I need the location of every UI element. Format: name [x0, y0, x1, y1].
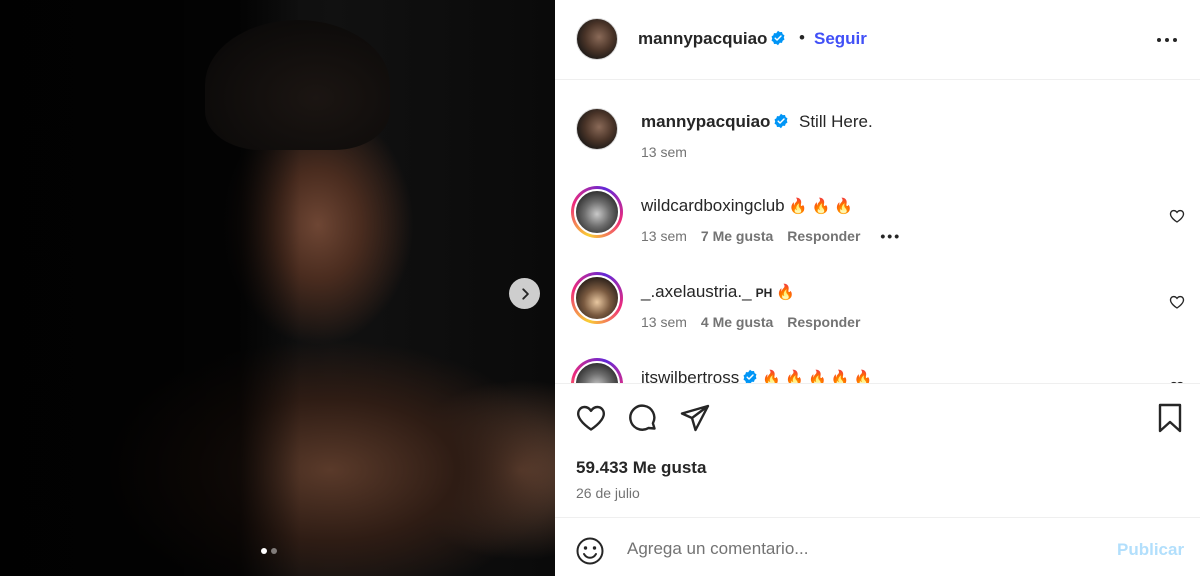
commenter-username[interactable]: wildcardboxingclub 🔥 🔥 🔥 — [641, 196, 853, 216]
commenter-avatar[interactable] — [571, 186, 623, 238]
commenter-username-text[interactable]: wildcardboxingclub — [641, 196, 785, 215]
verified-badge-icon — [743, 369, 757, 383]
carousel-dot-2 — [271, 548, 277, 554]
carousel-dot-1 — [261, 548, 267, 554]
publish-button[interactable]: Publicar — [1117, 540, 1184, 560]
comment-item: wildcardboxingclub 🔥 🔥 🔥 13 sem 7 Me gust… — [555, 186, 1200, 272]
comment-tag: PH — [755, 286, 773, 300]
commenter-avatar[interactable] — [571, 358, 623, 383]
author-avatar[interactable] — [576, 18, 618, 60]
comment-meta: 13 sem 7 Me gusta Responder ••• — [641, 228, 901, 244]
caption-time[interactable]: 13 sem — [641, 144, 687, 160]
verified-badge-icon — [771, 30, 785, 46]
header-separator: • — [799, 28, 805, 47]
author-username[interactable]: mannypacquiao — [638, 29, 786, 49]
comment-time[interactable]: 13 sem — [641, 228, 687, 244]
follow-button[interactable]: Seguir — [814, 29, 867, 49]
caption-avatar[interactable] — [576, 108, 618, 150]
comment-input[interactable] — [627, 534, 1097, 564]
photo-hair — [205, 20, 390, 150]
post-date[interactable]: 26 de julio — [576, 485, 640, 501]
carousel-dots — [261, 548, 277, 554]
comment-item: _.axelaustria._ PH 🔥 13 sem 4 Me gusta Res… — [555, 272, 1200, 358]
commenter-username[interactable]: itswilbertross 🔥 🔥 🔥 🔥 🔥 — [641, 368, 872, 383]
commenter-avatar[interactable] — [571, 272, 623, 324]
author-username-text[interactable]: mannypacquiao — [638, 29, 767, 48]
comment-icon[interactable] — [627, 402, 659, 434]
verified-badge-icon — [774, 113, 788, 129]
reply-button[interactable]: Responder — [787, 314, 860, 330]
share-icon[interactable] — [679, 402, 711, 434]
comment-options-button[interactable]: ••• — [880, 228, 901, 244]
reply-button[interactable]: Responder — [787, 228, 860, 244]
comment-likes[interactable]: 7 Me gusta — [701, 228, 773, 244]
caption-username[interactable]: mannypacquiao — [641, 112, 789, 132]
post-actions: 59.433 Me gusta 26 de julio — [555, 383, 1200, 517]
comments-list[interactable]: mannypacquiao Still Here. 13 sem wildcar… — [555, 81, 1200, 383]
caption-text: Still Here. — [799, 112, 873, 131]
commenter-username-text[interactable]: itswilbertross — [641, 368, 739, 383]
post-photo — [0, 0, 555, 576]
like-comment-icon[interactable] — [1169, 294, 1185, 310]
bookmark-icon[interactable] — [1154, 402, 1186, 434]
comment-item: itswilbertross 🔥 🔥 🔥 🔥 🔥 — [555, 358, 1200, 383]
comment-meta: 13 sem 4 Me gusta Responder — [641, 314, 860, 330]
like-comment-icon[interactable] — [1169, 208, 1185, 224]
like-icon[interactable] — [575, 402, 607, 434]
comment-text: 🔥 🔥 🔥 — [788, 198, 854, 215]
chevron-right-icon — [521, 287, 529, 300]
post-likes-count[interactable]: 59.433 Me gusta — [576, 458, 706, 478]
commenter-username[interactable]: _.axelaustria._ PH 🔥 — [641, 282, 795, 302]
post-side-panel: mannypacquiao • Seguir mannypacquiao Sti… — [555, 0, 1200, 576]
comment-text: 🔥 🔥 🔥 🔥 🔥 — [762, 370, 873, 383]
post-header: mannypacquiao • Seguir — [555, 0, 1200, 80]
comment-likes[interactable]: 4 Me gusta — [701, 314, 773, 330]
caption-username-text[interactable]: mannypacquiao — [641, 112, 770, 131]
commenter-username-text[interactable]: _.axelaustria._ — [641, 282, 752, 301]
add-comment-bar: Publicar — [555, 517, 1200, 576]
carousel-next-button[interactable] — [509, 278, 540, 309]
comment-time[interactable]: 13 sem — [641, 314, 687, 330]
comment-text: 🔥 — [776, 284, 795, 301]
emoji-picker-icon[interactable] — [575, 536, 605, 566]
more-horizontal-icon[interactable] — [1155, 30, 1179, 50]
